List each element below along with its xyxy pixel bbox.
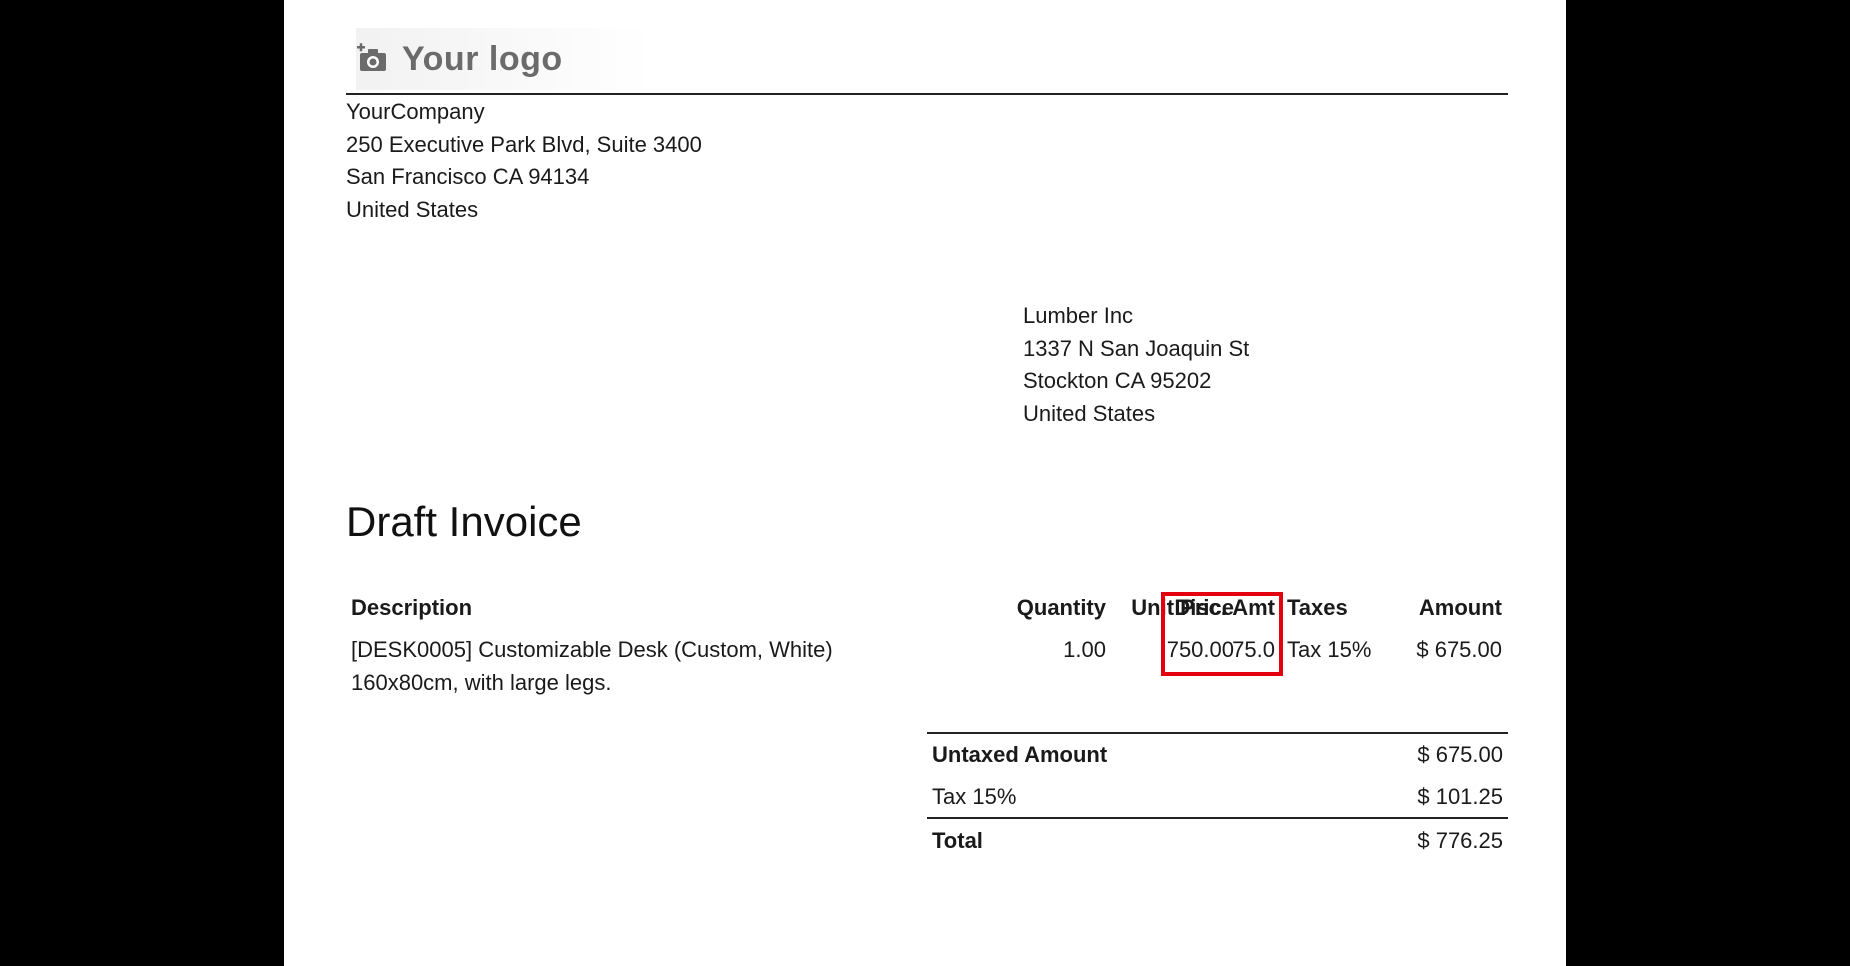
company-country: United States <box>346 196 479 222</box>
line-taxes: Tax 15% <box>1287 637 1372 662</box>
tax-value: $ 101.25 <box>1417 784 1503 809</box>
invoice-page: Your logo YourCompany 250 Executive Park… <box>284 0 1566 966</box>
company-name: YourCompany <box>346 99 485 124</box>
customer-city: Stockton CA 95202 <box>1023 368 1212 393</box>
invoice-title: Draft Invoice <box>346 498 582 545</box>
line-description-detail: 160x80cm, with large legs. <box>351 670 612 695</box>
totals-top-divider <box>927 732 1508 734</box>
disc-amt-highlight-box <box>1161 592 1283 676</box>
company-logo[interactable]: Your logo <box>356 28 848 90</box>
tax-row: Tax 15% $ 101.25 <box>932 784 1503 810</box>
tax-label: Tax 15% <box>932 784 1017 809</box>
camera-icon <box>356 42 390 76</box>
company-address: YourCompany 250 Executive Park Blvd, Sui… <box>346 96 702 226</box>
logo-text: Your logo <box>402 39 563 78</box>
col-header-quantity: Quantity <box>1016 595 1106 620</box>
col-header-taxes: Taxes <box>1287 595 1348 620</box>
total-row: Total $ 776.25 <box>932 828 1503 854</box>
customer-country: United States <box>1023 400 1156 426</box>
col-header-amount: Amount <box>1418 595 1502 620</box>
customer-address: Lumber Inc 1337 N San Joaquin St Stockto… <box>1023 300 1249 430</box>
untaxed-amount-row: Untaxed Amount $ 675.00 <box>932 742 1503 768</box>
line-quantity: 1.00 <box>1063 637 1106 662</box>
header-divider <box>346 93 1508 95</box>
total-label: Total <box>932 828 983 853</box>
untaxed-amount-value: $ 675.00 <box>1417 742 1503 767</box>
company-street: 250 Executive Park Blvd, Suite 3400 <box>346 131 702 157</box>
company-city: San Francisco CA 94134 <box>346 164 590 189</box>
col-header-description: Description <box>351 595 473 620</box>
total-value: $ 776.25 <box>1417 828 1503 853</box>
line-description: [DESK0005] Customizable Desk (Custom, Wh… <box>351 637 833 662</box>
totals-divider <box>927 817 1508 819</box>
customer-street: 1337 N San Joaquin St <box>1023 335 1250 361</box>
line-amount: $ 675.00 <box>1416 637 1502 662</box>
untaxed-amount-label: Untaxed Amount <box>932 742 1108 767</box>
customer-name: Lumber Inc <box>1023 303 1134 328</box>
